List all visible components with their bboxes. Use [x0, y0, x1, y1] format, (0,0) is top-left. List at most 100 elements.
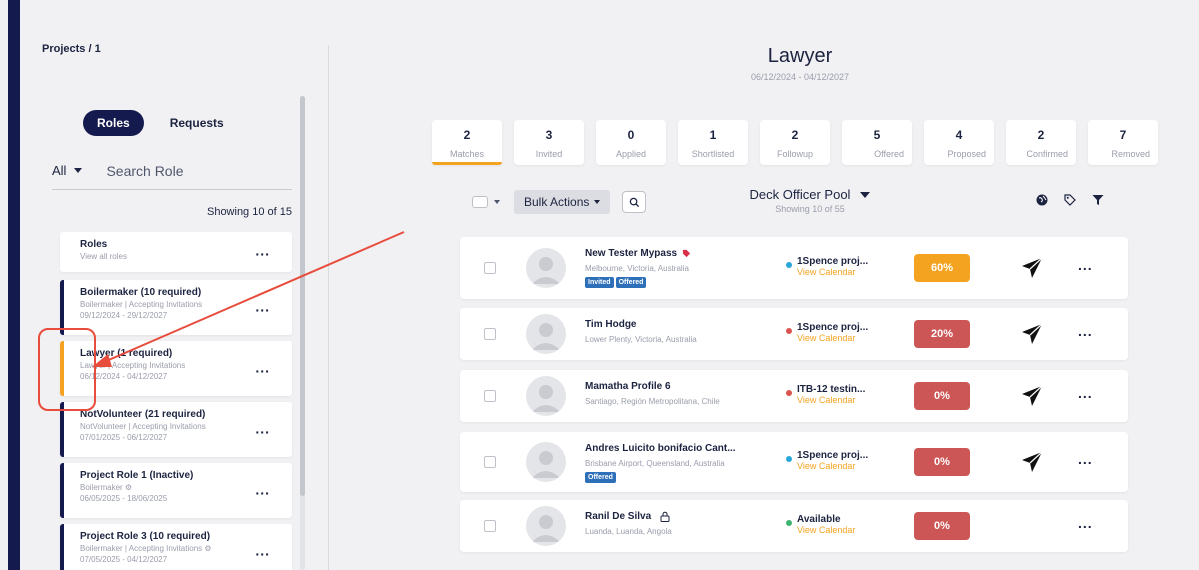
tab-invited[interactable]: 3 Invited: [514, 120, 584, 165]
send-invite-icon[interactable]: [1020, 256, 1044, 285]
role-title: Lawyer (1 required): [80, 348, 173, 359]
status-badge: Offered: [585, 472, 616, 483]
row-more-menu[interactable]: ...: [1078, 385, 1093, 401]
role-card[interactable]: NotVolunteer (21 required) NotVolunteer |…: [60, 402, 292, 457]
stat-label: Matches: [449, 149, 484, 159]
tag-icon: [682, 249, 691, 258]
stat-count: 3: [545, 128, 553, 142]
row-more-menu[interactable]: ...: [1078, 451, 1093, 467]
role-date-range: 06/12/2024 - 04/12/2027: [750, 72, 850, 82]
row-checkbox[interactable]: [484, 390, 496, 402]
tab-followup[interactable]: 2 Followup: [760, 120, 830, 165]
tab-offered[interactable]: 5 Offered: [842, 120, 912, 165]
pool-selector[interactable]: Deck Officer Pool Showing 10 of 55: [740, 187, 880, 214]
row-more-menu[interactable]: ...: [1078, 515, 1093, 531]
row-more-menu[interactable]: ...: [1078, 323, 1093, 339]
role-dates: 06/12/2024 - 04/12/2027: [80, 372, 168, 381]
status-badge: Invited: [585, 277, 614, 288]
status-badge: Offered: [615, 277, 647, 288]
breadcrumb[interactable]: Projects / 1: [42, 43, 101, 55]
candidate-row[interactable]: Ranil De Silva Luanda, Luanda, Angola Avai…: [460, 500, 1128, 552]
chevron-down-icon[interactable]: [494, 200, 500, 204]
view-calendar-link[interactable]: View Calendar: [797, 395, 855, 405]
role-card[interactable]: Boilermaker (10 required) Boilermaker | A…: [60, 280, 292, 335]
project-name: 1Spence proj...: [797, 256, 869, 267]
tab-confirmed[interactable]: 2 Confirmed: [1006, 120, 1076, 165]
role-more-menu[interactable]: ...: [255, 481, 270, 497]
availability-dot: [786, 390, 792, 396]
bulk-actions-button[interactable]: Bulk Actions: [514, 190, 611, 214]
role-title: Boilermaker (10 required): [80, 287, 202, 298]
stat-label: Applied: [615, 149, 647, 159]
row-checkbox[interactable]: [484, 520, 496, 532]
view-calendar-link[interactable]: View Calendar: [797, 525, 855, 535]
active-tab-indicator: [432, 162, 502, 165]
roles-requests-toggle: Roles Requests: [83, 110, 224, 136]
candidate-name: Andres Luicito bonifacio Cant...: [585, 443, 736, 454]
tab-shortlisted[interactable]: 1 Shortlisted: [678, 120, 748, 165]
candidate-name-wrap[interactable]: Andres Luicito bonifacio Cant...: [585, 443, 736, 454]
candidate-name-wrap[interactable]: Ranil De Silva: [585, 511, 670, 522]
role-card[interactable]: Project Role 3 (10 required) Boilermaker …: [60, 524, 292, 570]
status-badges: Invited Offered: [585, 277, 648, 288]
requests-tab[interactable]: Requests: [170, 116, 224, 130]
roles-scrollbar-thumb[interactable]: [300, 96, 305, 496]
role-card[interactable]: Roles View all roles...: [60, 232, 292, 272]
role-more-menu[interactable]: ...: [255, 298, 270, 314]
project-name: ITB-12 testin...: [797, 384, 866, 395]
select-all-checkbox[interactable]: [472, 196, 488, 208]
role-status-bar: [60, 524, 64, 570]
project-name: Available: [797, 514, 841, 525]
filter-icon[interactable]: [1092, 194, 1104, 206]
avatar[interactable]: [526, 248, 566, 288]
role-more-menu[interactable]: ...: [255, 420, 270, 436]
avatar[interactable]: [526, 442, 566, 482]
candidate-name-wrap[interactable]: Tim Hodge: [585, 319, 636, 330]
role-more-menu[interactable]: ...: [255, 242, 270, 258]
tab-removed[interactable]: 7 Removed: [1088, 120, 1158, 165]
candidate-row[interactable]: Tim Hodge Lower Plenty, Victoria, Austral…: [460, 308, 1128, 360]
role-card[interactable]: Project Role 1 (Inactive) Boilermaker ⚙ 06…: [60, 463, 292, 518]
stat-count: 2: [1037, 128, 1045, 142]
stat-label: Shortlisted: [691, 149, 735, 159]
row-more-menu[interactable]: ...: [1078, 257, 1093, 273]
avatar[interactable]: [526, 506, 566, 546]
role-more-menu[interactable]: ...: [255, 359, 270, 375]
send-invite-icon[interactable]: [1020, 450, 1044, 479]
candidate-location: Lower Plenty, Victoria, Australia: [585, 335, 697, 344]
tab-proposed[interactable]: 4 Proposed: [924, 120, 994, 165]
role-subtitle: Lawyer | Accepting Invitations: [80, 361, 186, 370]
globe-icon[interactable]: [1036, 194, 1048, 206]
candidate-name-wrap[interactable]: Mamatha Profile 6: [585, 381, 671, 392]
role-dates: 07/01/2025 - 06/12/2027: [80, 433, 168, 442]
role-more-menu[interactable]: ...: [255, 542, 270, 558]
avatar[interactable]: [526, 314, 566, 354]
project-name: 1Spence proj...: [797, 450, 869, 461]
tab-matches[interactable]: 2 Matches: [432, 120, 502, 165]
roles-tab[interactable]: Roles: [83, 110, 144, 136]
availability-dot: [786, 520, 792, 526]
candidate-row[interactable]: New Tester Mypass Melbourne, Victoria, Au…: [460, 237, 1128, 299]
avatar[interactable]: [526, 376, 566, 416]
candidate-row[interactable]: Mamatha Profile 6 Santiago, Región Metrop…: [460, 370, 1128, 422]
tab-applied[interactable]: 0 Applied: [596, 120, 666, 165]
stat-label: Proposed: [947, 149, 986, 159]
send-invite-icon[interactable]: [1020, 322, 1044, 351]
tag-icon[interactable]: [1064, 194, 1076, 206]
view-calendar-link[interactable]: View Calendar: [797, 461, 855, 471]
view-calendar-link[interactable]: View Calendar: [797, 333, 855, 343]
row-checkbox[interactable]: [484, 456, 496, 468]
project-name: 1Spence proj...: [797, 322, 869, 333]
search-role-input[interactable]: Search Role: [106, 163, 183, 179]
role-dates: 07/05/2025 - 04/12/2027: [80, 555, 168, 564]
filter-all-dropdown[interactable]: All: [52, 163, 83, 178]
view-calendar-link[interactable]: View Calendar: [797, 267, 855, 277]
search-button[interactable]: [622, 191, 647, 213]
match-score-badge: 20%: [914, 320, 970, 348]
send-invite-icon[interactable]: [1020, 384, 1044, 413]
candidate-name-wrap[interactable]: New Tester Mypass: [585, 248, 691, 259]
candidate-row[interactable]: Andres Luicito bonifacio Cant... Brisbane…: [460, 432, 1128, 492]
row-checkbox[interactable]: [484, 328, 496, 340]
row-checkbox[interactable]: [484, 262, 496, 274]
availability-dot: [786, 456, 792, 462]
